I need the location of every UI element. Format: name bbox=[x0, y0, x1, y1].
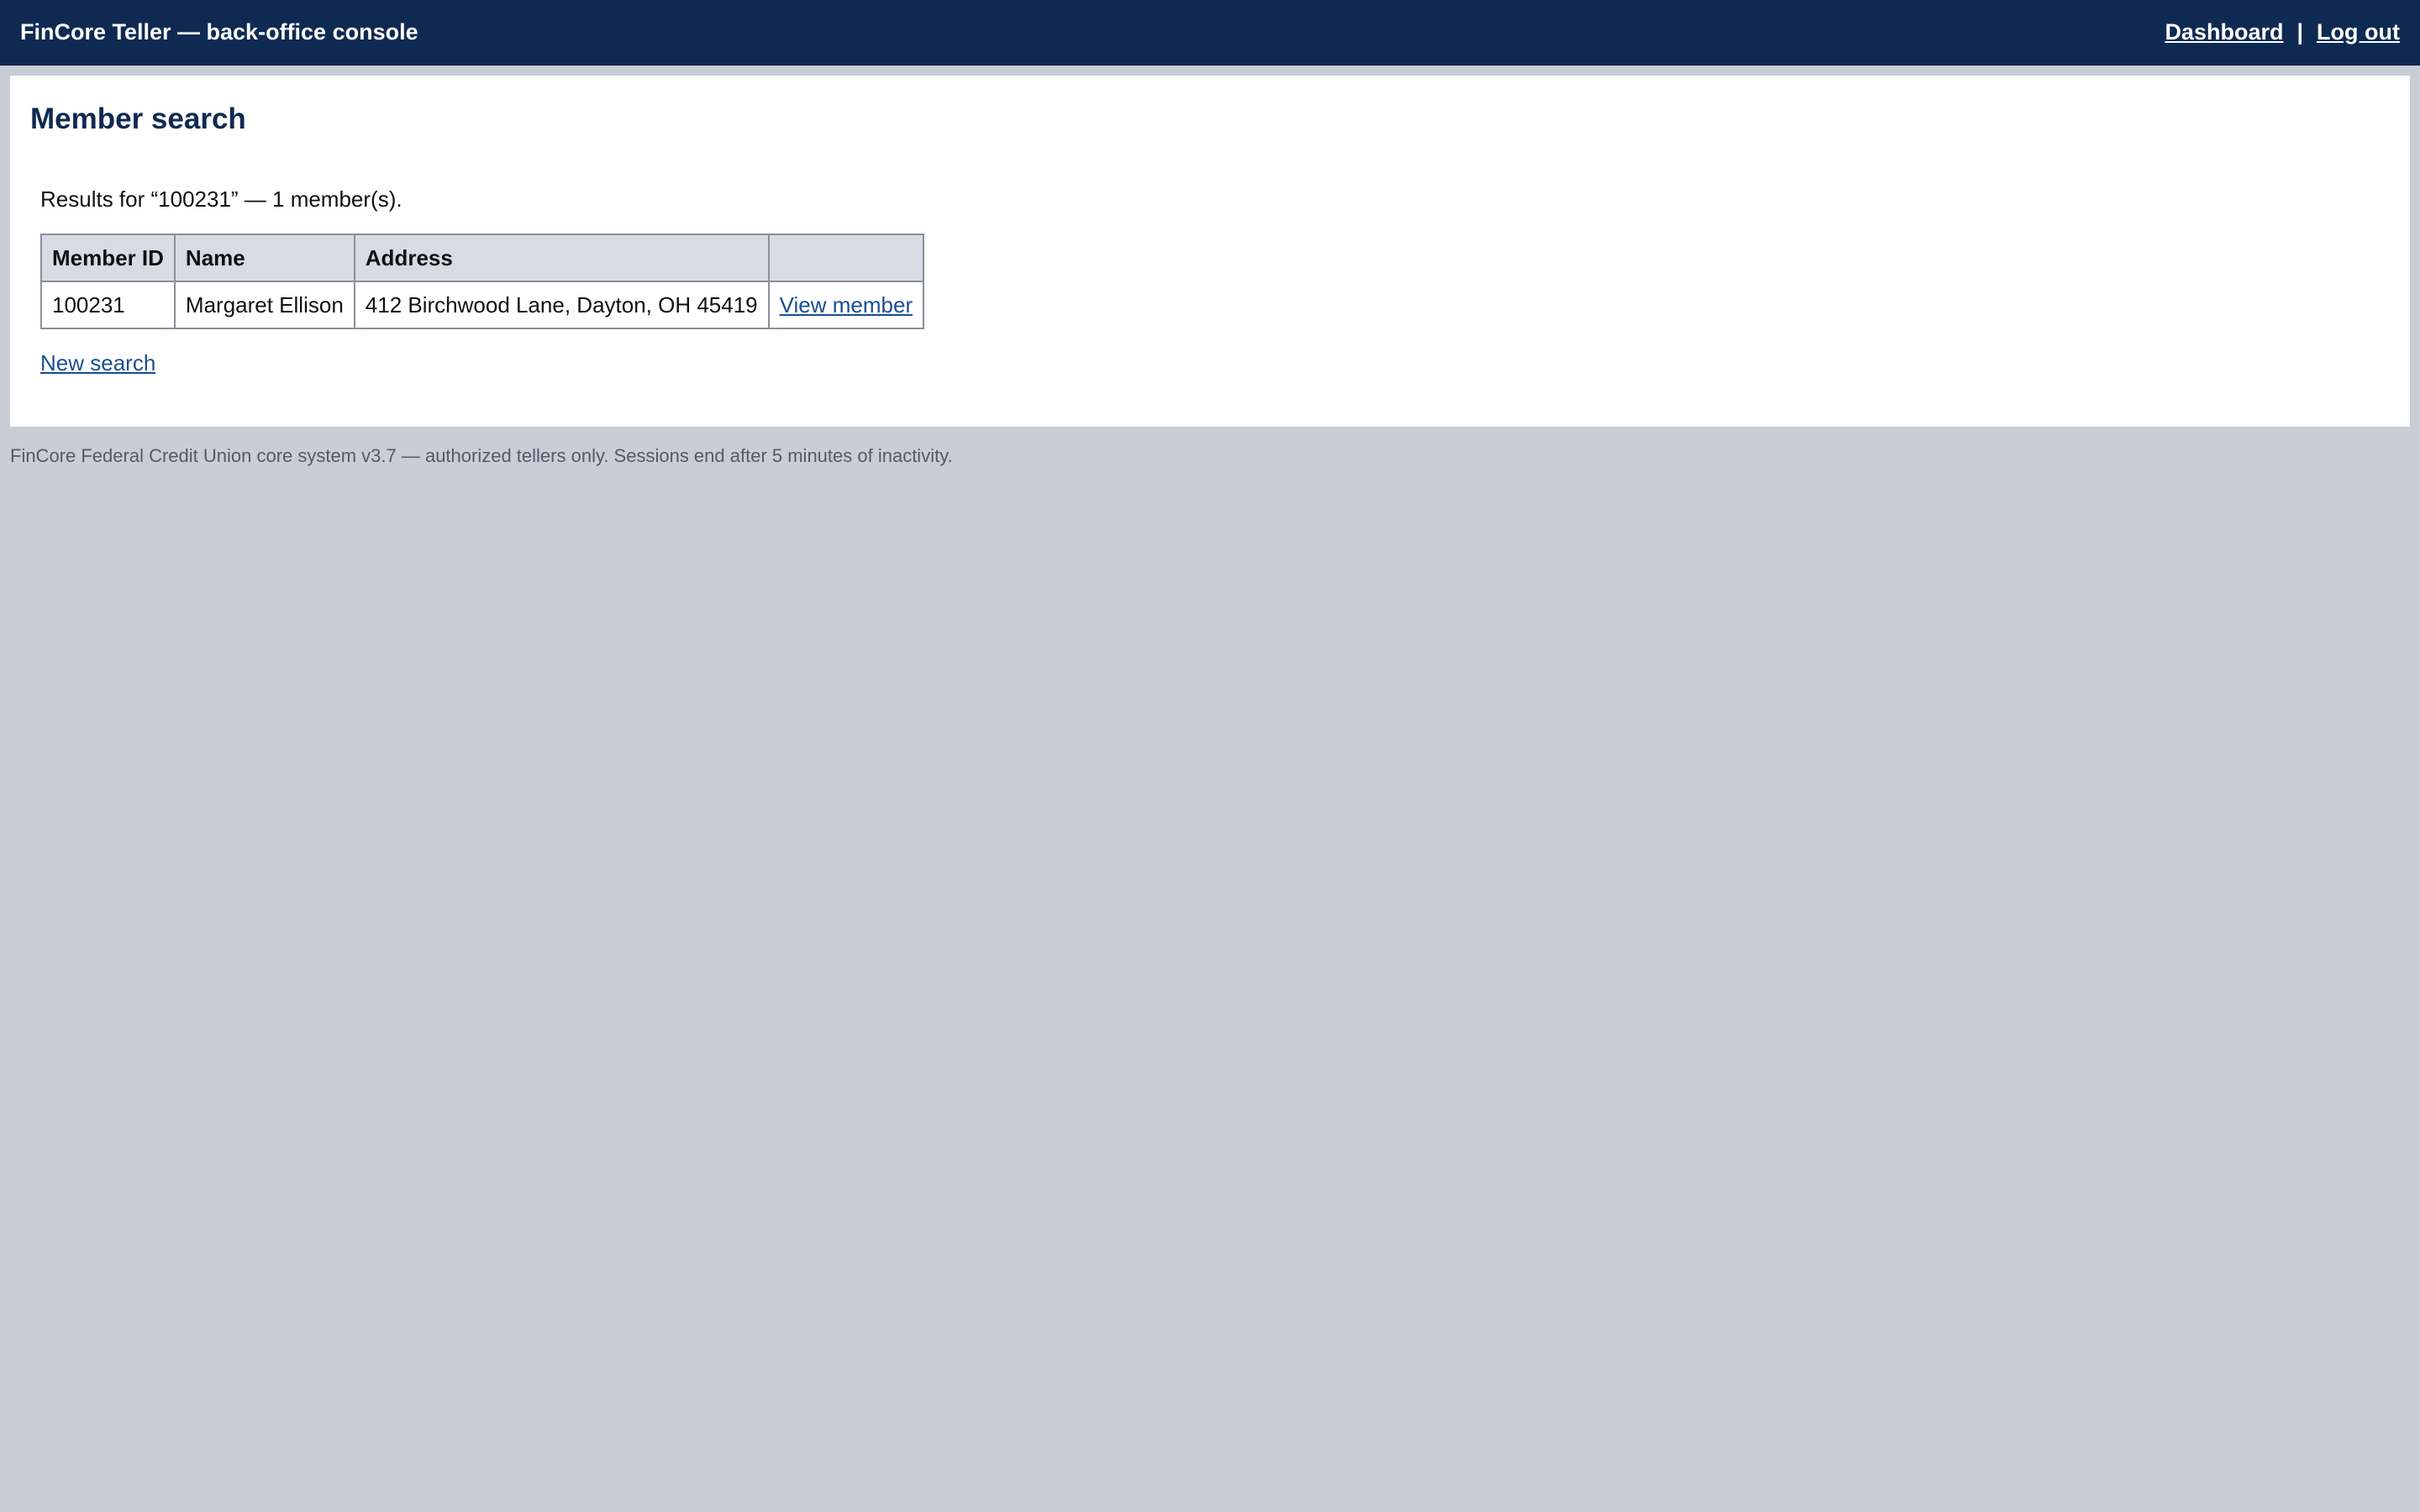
column-header-address: Address bbox=[353, 234, 770, 282]
column-header-action bbox=[767, 234, 925, 282]
footer-notice: FinCore Federal Credit Union core system… bbox=[10, 445, 953, 466]
table-header-row: Member ID Name Address bbox=[40, 234, 925, 282]
results-table: Member ID Name Address 100231 Margaret E… bbox=[40, 234, 925, 329]
page-title: Member search bbox=[30, 102, 246, 135]
view-member-link[interactable]: View member bbox=[780, 292, 913, 318]
new-search-link[interactable]: New search bbox=[40, 350, 155, 376]
top-nav: Dashboard | Log out bbox=[2165, 19, 2400, 45]
top-bar: FinCore Teller — back-office console Das… bbox=[0, 0, 2420, 66]
dashboard-link[interactable]: Dashboard bbox=[2165, 19, 2283, 45]
column-header-member-id: Member ID bbox=[40, 234, 176, 282]
cell-address: 412 Birchwood Lane, Dayton, OH 45419 bbox=[353, 281, 770, 329]
cell-name: Margaret Ellison bbox=[173, 281, 355, 329]
column-header-name: Name bbox=[173, 234, 355, 282]
logout-link[interactable]: Log out bbox=[2317, 19, 2400, 45]
cell-member-id: 100231 bbox=[40, 281, 176, 329]
nav-separator: | bbox=[2296, 19, 2304, 45]
main-panel: Member search Results for “100231” — 1 m… bbox=[10, 76, 2410, 427]
app-title: FinCore Teller — back-office console bbox=[20, 19, 418, 45]
results-summary: Results for “100231” — 1 member(s). bbox=[40, 186, 402, 212]
cell-action: View member bbox=[767, 281, 925, 329]
table-row: 100231 Margaret Ellison 412 Birchwood La… bbox=[40, 281, 925, 329]
